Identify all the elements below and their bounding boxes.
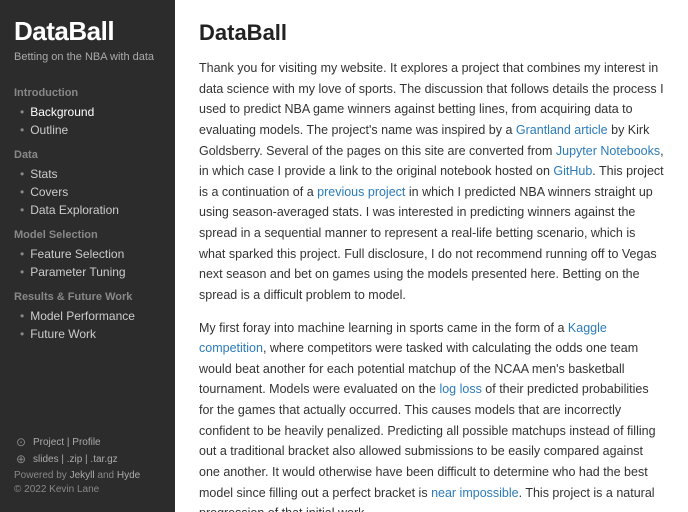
footer-downloads[interactable]: slides | .zip | .tar.gz [33,454,118,465]
main-body: Thank you for visiting my website. It ex… [199,58,664,512]
sidebar-section-data: Data [0,139,175,165]
jupyter-link[interactable]: Jupyter Notebooks [556,144,660,158]
github-link[interactable]: GitHub [553,164,592,178]
footer-project-profile[interactable]: Project | Profile [33,437,101,448]
page-title: DataBall [199,20,664,46]
previous-project-link[interactable]: previous project [317,185,405,199]
log-loss-link[interactable]: log loss [439,382,481,396]
sidebar-item-background[interactable]: Background [0,103,175,121]
footer-copyright: © 2022 Kevin Lane [14,484,99,495]
footer-powered-by: Powered by Jekyll and Hyde [14,470,140,481]
sidebar-section-results: Results & Future Work [0,281,175,307]
main-content: DataBall Thank you for visiting my websi… [175,0,688,512]
kaggle-link[interactable]: Kaggle competition [199,321,607,356]
sidebar-item-stats[interactable]: Stats [0,165,175,183]
sidebar: DataBall Betting on the NBA with data In… [0,0,175,512]
near-impossible-link[interactable]: near impossible [431,486,519,500]
download-icon: ⊕ [14,452,28,466]
sidebar-item-future-work[interactable]: Future Work [0,325,175,343]
sidebar-section-model-selection: Model Selection [0,219,175,245]
sidebar-footer: ⊙ Project | Profile ⊕ slides | .zip | .t… [0,425,175,504]
sidebar-item-model-performance[interactable]: Model Performance [0,307,175,325]
sidebar-item-parameter-tuning[interactable]: Parameter Tuning [0,263,175,281]
sidebar-section-introduction: Introduction [0,77,175,103]
grantland-link[interactable]: Grantland article [516,123,608,137]
paragraph-2: My first foray into machine learning in … [199,318,664,512]
site-title: DataBall [0,0,175,51]
site-subtitle: Betting on the NBA with data [0,51,175,77]
sidebar-item-data-exploration[interactable]: Data Exploration [0,201,175,219]
sidebar-item-outline[interactable]: Outline [0,121,175,139]
paragraph-1: Thank you for visiting my website. It ex… [199,58,664,306]
sidebar-item-feature-selection[interactable]: Feature Selection [0,245,175,263]
github-icon: ⊙ [14,435,28,449]
sidebar-item-covers[interactable]: Covers [0,183,175,201]
